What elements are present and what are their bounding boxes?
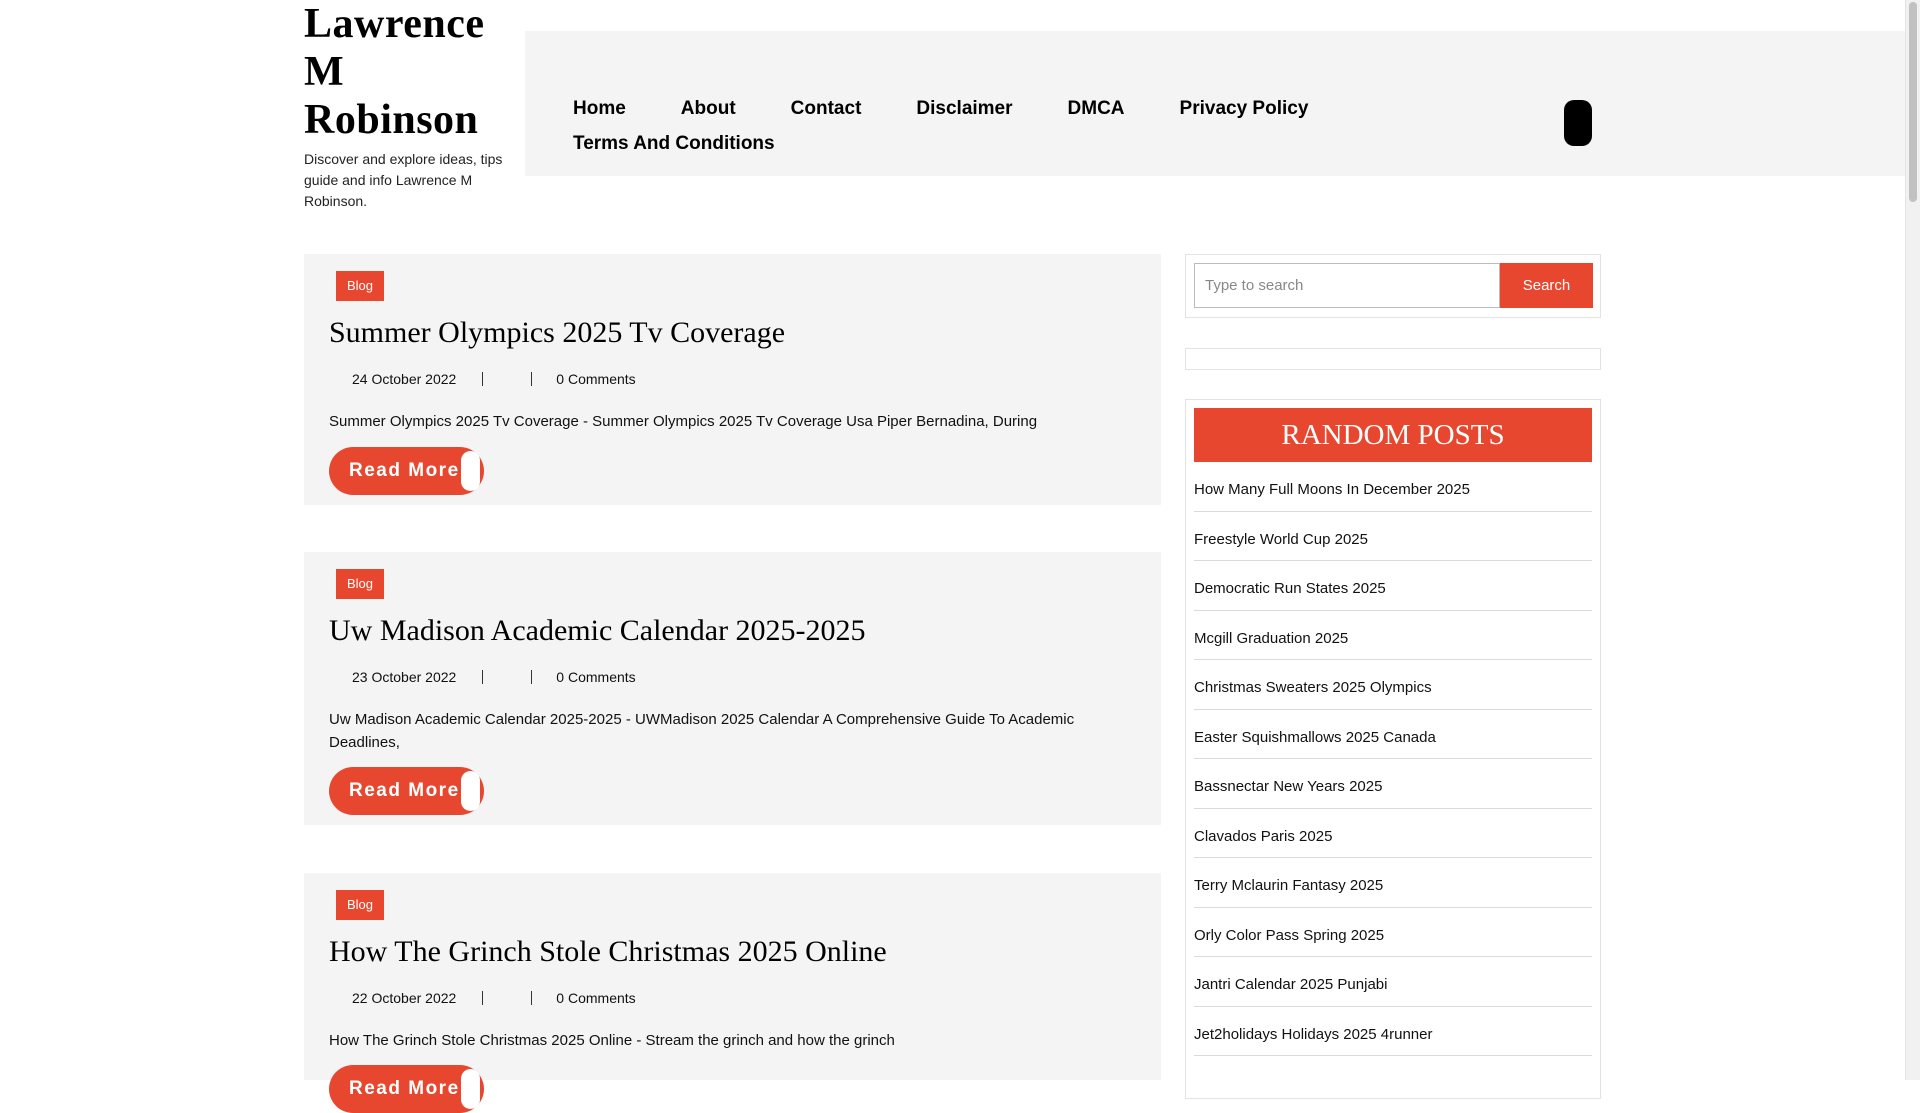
search-widget: Search	[1185, 254, 1601, 318]
random-post-link[interactable]: How Many Full Moons In December 2025	[1194, 462, 1592, 512]
search-input[interactable]	[1194, 263, 1500, 308]
post-comments[interactable]: 0 Comments	[556, 371, 635, 387]
random-post-link[interactable]: Orly Color Pass Spring 2025	[1194, 908, 1592, 957]
read-more-pill-icon	[461, 771, 480, 811]
read-more-button[interactable]: Read More	[329, 1065, 484, 1113]
read-more-label: Read More	[349, 1078, 460, 1099]
post-meta: 22 October 2022 0 Comments	[352, 990, 636, 1006]
meta-divider	[531, 372, 533, 386]
read-more-label: Read More	[349, 460, 460, 481]
category-badge[interactable]: Blog	[336, 569, 385, 599]
site-title-line-3[interactable]: Robinson	[304, 97, 478, 143]
post-title[interactable]: Uw Madison Academic Calendar 2025-2025	[329, 614, 866, 648]
post-comments[interactable]: 0 Comments	[556, 669, 635, 685]
meta-divider	[531, 670, 533, 684]
random-post-link[interactable]: Bassnectar New Years 2025	[1194, 759, 1592, 809]
random-post-link[interactable]: Freestyle World Cup 2025	[1194, 512, 1592, 561]
search-button[interactable]: Search	[1500, 263, 1593, 308]
random-posts-list: How Many Full Moons In December 2025 Fre…	[1194, 462, 1592, 1056]
search-toggle-icon[interactable]	[1564, 100, 1592, 146]
nav-link-dmca[interactable]: DMCA	[1068, 98, 1125, 120]
read-more-button[interactable]: Read More	[329, 767, 484, 815]
post-excerpt: How The Grinch Stole Christmas 2025 Onli…	[329, 1032, 895, 1049]
site-title[interactable]: Lawrence M Robinson	[304, 0, 514, 144]
random-post-link[interactable]: Easter Squishmallows 2025 Canada	[1194, 710, 1592, 759]
site-tagline: Discover and explore ideas, tips guide a…	[304, 151, 503, 209]
nav-link-terms[interactable]: Terms And Conditions	[573, 133, 775, 155]
meta-divider	[482, 991, 484, 1005]
nav-link-contact[interactable]: Contact	[791, 98, 862, 120]
read-more-pill-icon	[461, 451, 480, 491]
post-card: Blog Uw Madison Academic Calendar 2025-2…	[304, 552, 1161, 825]
post-meta: 23 October 2022 0 Comments	[352, 669, 636, 685]
nav-link-privacy-policy[interactable]: Privacy Policy	[1180, 98, 1309, 120]
site-branding: Lawrence M Robinson Discover and explore…	[304, 0, 514, 212]
post-card: Blog How The Grinch Stole Christmas 2025…	[304, 873, 1161, 1113]
random-posts-widget: RANDOM POSTS How Many Full Moons In Dece…	[1185, 399, 1601, 1099]
random-post-link[interactable]: Christmas Sweaters 2025 Olympics	[1194, 660, 1592, 710]
nav-row-1: Home About Contact Disclaimer DMCA Priva…	[573, 91, 1373, 126]
nav-link-home[interactable]: Home	[573, 98, 626, 120]
post-date[interactable]: 23 October 2022	[352, 669, 456, 685]
post-title[interactable]: How The Grinch Stole Christmas 2025 Onli…	[329, 935, 887, 969]
meta-divider	[482, 670, 484, 684]
read-more-button[interactable]: Read More	[329, 447, 484, 495]
post-date[interactable]: 22 October 2022	[352, 990, 456, 1006]
site-title-line-2[interactable]: M	[304, 49, 344, 95]
read-more-pill-icon	[461, 1069, 480, 1109]
read-more-label: Read More	[349, 780, 460, 801]
random-post-link[interactable]: Clavados Paris 2025	[1194, 809, 1592, 858]
random-post-link[interactable]: Jantri Calendar 2025 Punjabi	[1194, 957, 1592, 1007]
main-navigation: Home About Contact Disclaimer DMCA Priva…	[525, 31, 1905, 176]
category-badge[interactable]: Blog	[336, 271, 385, 301]
post-title[interactable]: Summer Olympics 2025 Tv Coverage	[329, 316, 785, 350]
post-excerpt: Uw Madison Academic Calendar 2025-2025 -…	[329, 711, 1075, 751]
random-post-link[interactable]: Terry Mclaurin Fantasy 2025	[1194, 858, 1592, 908]
scrollbar-thumb[interactable]	[1909, 2, 1917, 202]
nav-link-about[interactable]: About	[681, 98, 736, 120]
empty-widget	[1185, 348, 1601, 370]
post-date[interactable]: 24 October 2022	[352, 371, 456, 387]
meta-divider	[531, 991, 533, 1005]
post-meta: 24 October 2022 0 Comments	[352, 371, 636, 387]
post-card: Blog Summer Olympics 2025 Tv Coverage 24…	[304, 254, 1161, 505]
nav-links: Home About Contact Disclaimer DMCA Priva…	[573, 91, 1373, 161]
random-post-link[interactable]: Democratic Run States 2025	[1194, 561, 1592, 611]
nav-link-disclaimer[interactable]: Disclaimer	[916, 98, 1012, 120]
random-post-link[interactable]: Jet2holidays Holidays 2025 4runner	[1194, 1007, 1592, 1056]
nav-row-2: Terms And Conditions	[573, 126, 1373, 161]
meta-divider	[482, 372, 484, 386]
post-comments[interactable]: 0 Comments	[556, 990, 635, 1006]
random-post-link[interactable]: Mcgill Graduation 2025	[1194, 611, 1592, 660]
page-scrollbar[interactable]	[1905, 0, 1920, 1080]
post-excerpt: Summer Olympics 2025 Tv Coverage - Summe…	[329, 413, 1038, 430]
random-posts-heading: RANDOM POSTS	[1194, 408, 1592, 462]
site-title-line-1[interactable]: Lawrence	[304, 1, 485, 47]
category-badge[interactable]: Blog	[336, 890, 385, 920]
